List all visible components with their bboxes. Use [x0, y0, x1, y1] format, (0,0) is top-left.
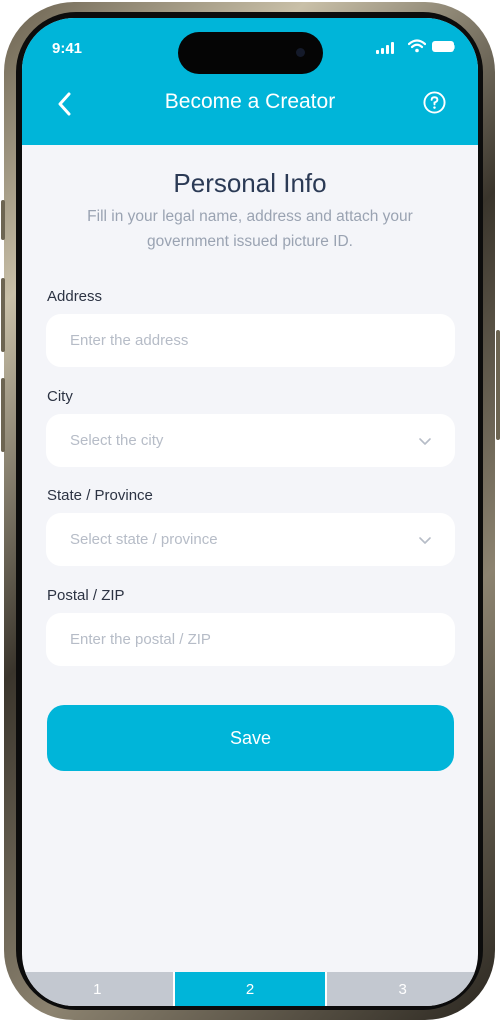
- step-1-tab[interactable]: 1: [22, 972, 173, 1006]
- volume-up-button: [1, 278, 5, 352]
- step-3-tab[interactable]: 3: [325, 972, 478, 1006]
- postal-input[interactable]: Enter the postal / ZIP: [46, 613, 455, 666]
- volume-down-button: [1, 378, 5, 452]
- app-header: 9:41 Become a Creator: [22, 18, 478, 145]
- silent-switch: [1, 200, 5, 240]
- city-placeholder: Select the city: [70, 432, 164, 449]
- step-indicator: 1 2 3: [22, 972, 478, 1006]
- state-placeholder: Select state / province: [70, 531, 218, 548]
- wifi-icon: [408, 39, 426, 53]
- dynamic-island: [178, 32, 323, 74]
- power-button: [496, 330, 500, 440]
- page-title: Become a Creator: [164, 90, 336, 113]
- battery-icon: [432, 41, 455, 52]
- address-label: Address: [47, 288, 103, 305]
- chevron-down-icon: [419, 438, 431, 445]
- postal-placeholder: Enter the postal / ZIP: [70, 631, 211, 648]
- chevron-down-icon: [419, 537, 431, 544]
- help-button[interactable]: [423, 91, 446, 114]
- status-icons: [376, 39, 456, 54]
- state-label: State / Province: [47, 487, 153, 504]
- camera-icon: [296, 48, 305, 57]
- app-screen: 9:41 Become a Creator Personal Info Fill…: [22, 18, 478, 1006]
- state-select[interactable]: Select state / province: [46, 513, 455, 566]
- step-2-tab[interactable]: 2: [172, 972, 326, 1006]
- status-time: 9:41: [52, 40, 83, 57]
- city-label: City: [47, 388, 73, 405]
- save-button[interactable]: Save: [47, 705, 454, 771]
- address-placeholder: Enter the address: [70, 332, 189, 349]
- section-title: Personal Info: [173, 168, 327, 198]
- section-subtitle: Fill in your legal name, address and att…: [87, 208, 413, 250]
- postal-label: Postal / ZIP: [47, 587, 125, 604]
- address-input[interactable]: Enter the address: [46, 314, 455, 367]
- city-select[interactable]: Select the city: [46, 414, 455, 467]
